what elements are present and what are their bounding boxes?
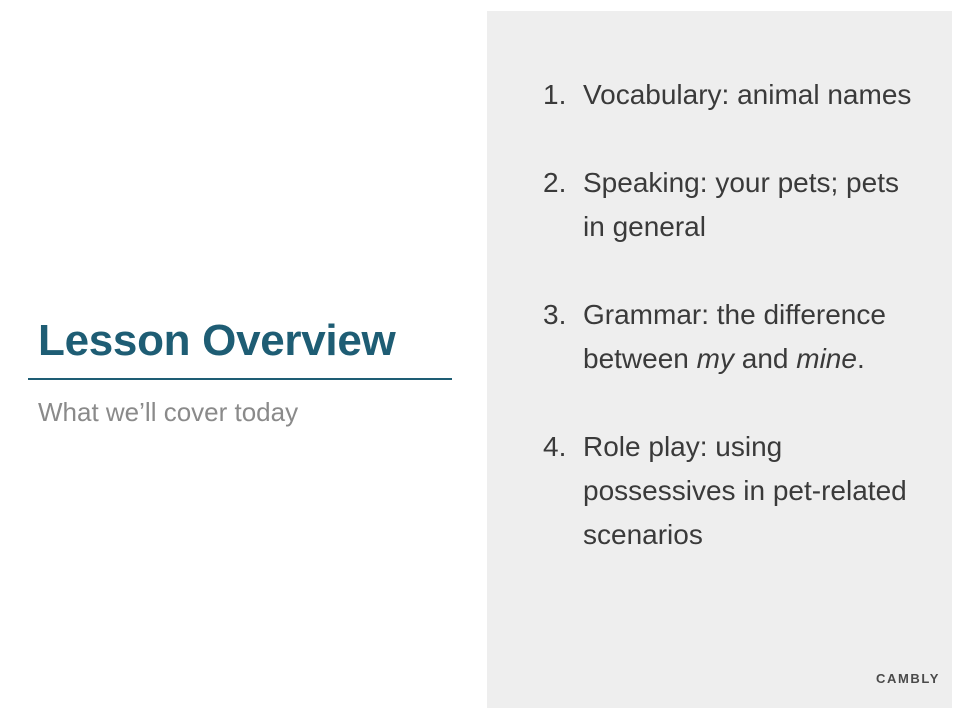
title-divider xyxy=(28,378,452,380)
agenda-number: 3. xyxy=(543,299,567,330)
agenda-list: 1. Vocabulary: animal names 2. Speaking:… xyxy=(543,73,913,557)
agenda-number: 2. xyxy=(543,167,567,198)
slide-subtitle: What we’ll cover today xyxy=(38,397,299,427)
agenda-number: 4. xyxy=(543,431,567,462)
agenda-item-speaking: 2. Speaking: your pets; pets in general xyxy=(543,161,913,249)
emphasis-mine: mine xyxy=(796,343,857,374)
agenda-text-part: and xyxy=(733,343,797,374)
agenda-number: 1. xyxy=(543,79,567,110)
agenda-text-part: . xyxy=(856,343,865,374)
slide: Lesson Overview What we’ll cover today 1… xyxy=(0,0,960,720)
brand-logo: CAMBLY xyxy=(875,671,940,686)
agenda-text: Role play: using possessives in pet-rela… xyxy=(583,431,907,550)
agenda-item-grammar: 3. Grammar: the difference between my an… xyxy=(543,293,913,381)
agenda-text: Vocabulary: animal names xyxy=(583,79,912,110)
agenda-panel: 1. Vocabulary: animal names 2. Speaking:… xyxy=(487,11,952,708)
agenda-text: Grammar: the difference between my and m… xyxy=(583,293,913,381)
agenda-item-role-play: 4. Role play: using possessives in pet-r… xyxy=(543,425,913,557)
title-block: Lesson Overview What we’ll cover today xyxy=(28,312,452,428)
emphasis-my: my xyxy=(696,343,734,374)
agenda-item-vocabulary: 1. Vocabulary: animal names xyxy=(543,73,913,117)
agenda-text: Speaking: your pets; pets in general xyxy=(583,167,899,242)
slide-title: Lesson Overview xyxy=(38,316,396,365)
